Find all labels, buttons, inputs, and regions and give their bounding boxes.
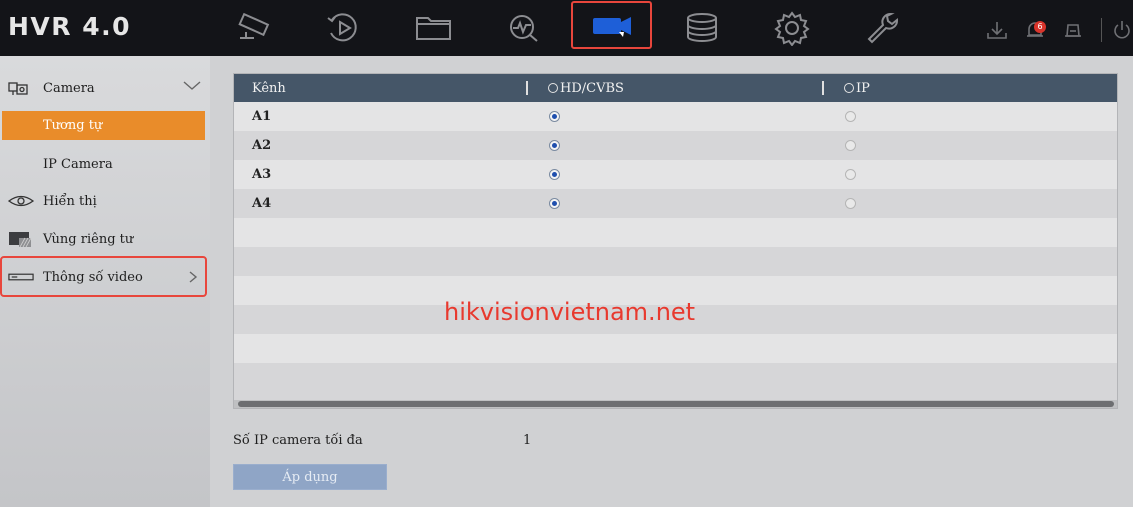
dvr-device-icon [8, 268, 34, 286]
ip-radio[interactable] [845, 111, 856, 122]
sidebar-item-display-label: Hiển thị [43, 193, 97, 209]
maintenance-wrench-icon[interactable] [842, 6, 922, 50]
hd-cvbs-radio[interactable] [549, 198, 560, 209]
empty-table-row [234, 218, 1117, 247]
select-all-hd-cvbs-radio[interactable] [548, 83, 558, 93]
channel-name: A3 [252, 167, 272, 182]
scrollbar-thumb[interactable] [238, 401, 1114, 407]
column-header-channel: Kênh [252, 81, 286, 96]
search-analysis-icon[interactable] [484, 6, 564, 50]
sidebar-item-camera-label: Camera [43, 80, 95, 96]
empty-table-row [234, 363, 1117, 400]
table-row[interactable]: A2 [234, 131, 1117, 160]
app-logo: HVR 4.0 [8, 12, 132, 41]
table-header: Kênh HD/CVBS IP [234, 74, 1117, 102]
table-row[interactable]: A1 [234, 102, 1117, 131]
sidebar-item-camera[interactable]: Camera [0, 72, 210, 104]
lock-screen-icon[interactable] [1061, 18, 1085, 42]
max-ip-camera-value: 1 [523, 433, 532, 448]
channel-name: A2 [252, 138, 272, 153]
camera-icon[interactable] [571, 1, 652, 49]
channel-name: A4 [252, 196, 272, 211]
column-header-hd-cvbs-label: HD/CVBS [560, 81, 624, 96]
chevron-right-icon [188, 270, 198, 288]
top-bar: HVR 4.0 6 [0, 0, 1133, 56]
privacy-mask-icon [8, 230, 34, 248]
horizontal-scrollbar[interactable] [234, 400, 1117, 408]
ip-radio[interactable] [845, 140, 856, 151]
sidebar-item-privacy-mask[interactable]: Vùng riêng tư [0, 223, 210, 255]
sidebar-subitem-analog[interactable]: Tương tự [2, 111, 205, 140]
sidebar-subitem-analog-label: Tương tự [43, 118, 103, 133]
sidebar-item-privacy-mask-label: Vùng riêng tư [43, 231, 134, 247]
live-view-camera-icon[interactable] [214, 6, 294, 50]
playback-icon[interactable] [304, 6, 384, 50]
column-header-ip[interactable]: IP [844, 81, 870, 96]
max-ip-camera-label: Số IP camera tối đa [233, 433, 363, 448]
sidebar-subitem-ip-camera[interactable]: IP Camera [0, 148, 210, 180]
hd-cvbs-radio[interactable] [549, 111, 560, 122]
table-row[interactable]: A4 [234, 189, 1117, 218]
ip-radio[interactable] [845, 198, 856, 209]
select-all-ip-radio[interactable] [844, 83, 854, 93]
column-separator [526, 81, 528, 95]
empty-table-row [234, 247, 1117, 276]
sidebar-item-video-parameters-label: Thông số video [43, 269, 143, 285]
power-icon[interactable] [1110, 18, 1133, 42]
notification-badge: 6 [1034, 21, 1046, 33]
column-header-hd-cvbs[interactable]: HD/CVBS [548, 81, 624, 96]
table-row[interactable]: A3 [234, 160, 1117, 189]
column-separator [822, 81, 824, 95]
toolbar-divider [1101, 18, 1102, 42]
column-header-ip-label: IP [856, 81, 870, 96]
channel-name: A1 [252, 109, 272, 124]
channel-mode-table: Kênh HD/CVBS IP A1 A2 A3 A4 [233, 73, 1118, 409]
apply-button[interactable]: Áp dụng [233, 464, 387, 490]
folder-icon[interactable] [394, 6, 474, 50]
settings-gear-icon[interactable] [752, 6, 832, 50]
chevron-down-icon [182, 80, 202, 96]
storage-database-icon[interactable] [662, 6, 742, 50]
eye-icon [8, 192, 34, 210]
watermark-text: hikvisionvietnam.net [444, 298, 696, 326]
hd-cvbs-radio[interactable] [549, 140, 560, 151]
empty-table-row [234, 334, 1117, 363]
ip-radio[interactable] [845, 169, 856, 180]
hd-cvbs-radio[interactable] [549, 169, 560, 180]
sidebar-item-video-parameters[interactable]: Thông số video [0, 261, 210, 293]
sidebar-item-display[interactable]: Hiển thị [0, 185, 210, 217]
sidebar-subitem-ip-camera-label: IP Camera [43, 156, 113, 172]
camera-device-icon [8, 79, 34, 97]
download-icon[interactable] [985, 18, 1009, 42]
